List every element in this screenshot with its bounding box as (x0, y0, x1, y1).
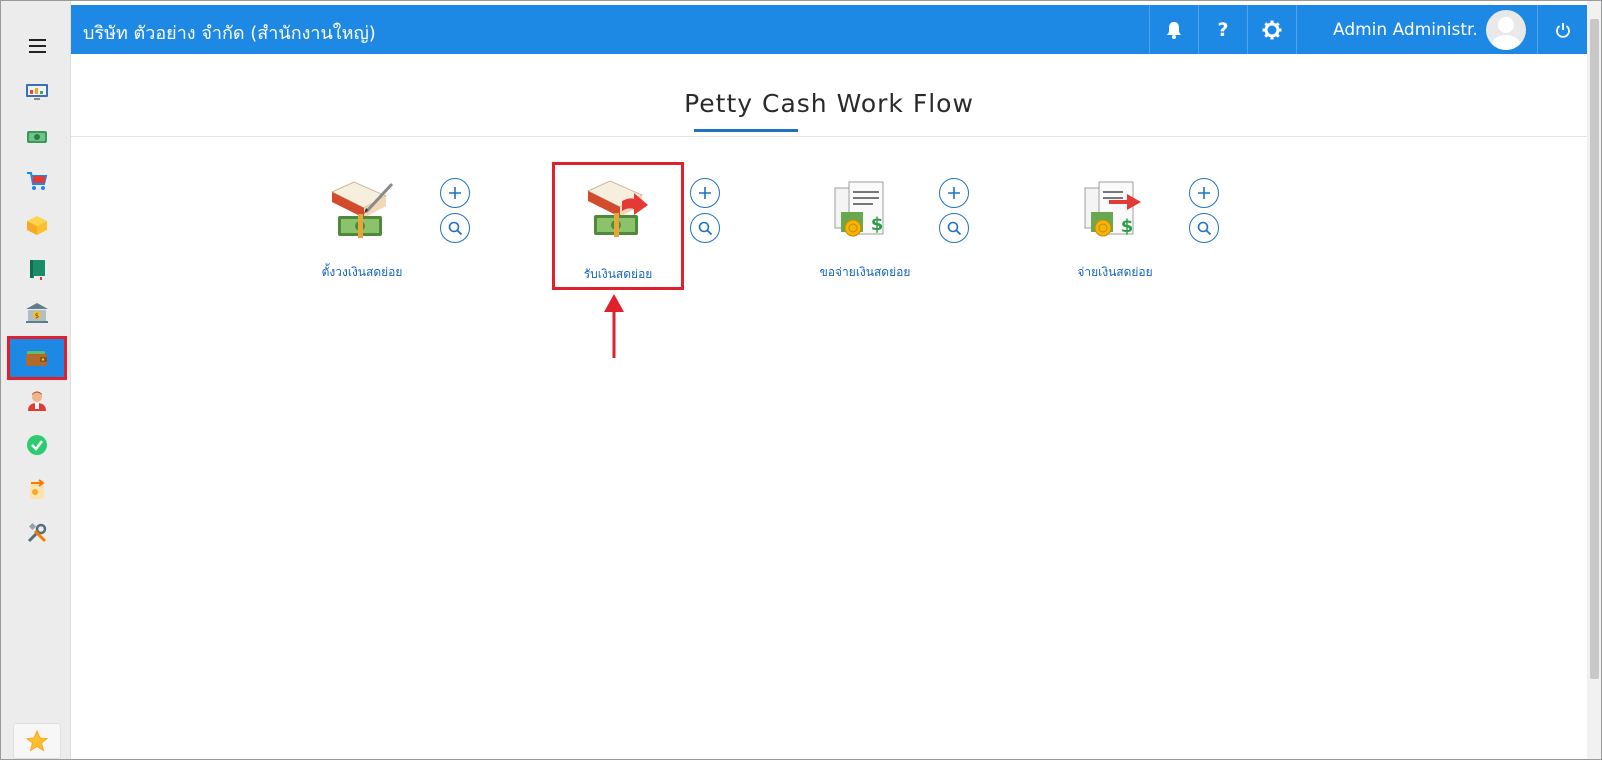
sidebar-item-dashboard[interactable] (10, 73, 64, 111)
plus-icon (449, 187, 461, 199)
search-icon (448, 221, 462, 235)
plus-icon (948, 187, 960, 199)
search-icon (947, 221, 961, 235)
search-setup-petty-cash-button[interactable] (440, 213, 470, 243)
cart-icon (27, 172, 48, 190)
favorite-button[interactable] (13, 723, 61, 759)
bank-icon: $ (26, 303, 48, 323)
search-receive-petty-cash-button[interactable] (690, 213, 720, 243)
search-pay-petty-cash-button[interactable] (1189, 213, 1219, 243)
sidebar-item-hr[interactable] (10, 382, 64, 420)
annotation-arrow (604, 294, 624, 358)
receipt-arrow-icon: $ (1084, 181, 1141, 237)
main-header: Petty Cash Work Flow (71, 1, 1587, 141)
plus-icon (1198, 187, 1210, 199)
search-icon (698, 221, 712, 235)
sidebar-item-petty-cash[interactable] (7, 336, 67, 380)
svg-text:$: $ (871, 214, 884, 235)
sidebar: $ (1, 1, 71, 759)
sidebar-item-transfer[interactable] (10, 470, 64, 508)
sidebar-item-money[interactable] (10, 118, 64, 156)
banknote-icon (27, 131, 47, 143)
title-underline (694, 129, 798, 132)
tools-icon (27, 522, 47, 543)
add-pay-petty-cash-button[interactable] (1189, 178, 1219, 208)
receipt-dollar-icon: $ (834, 181, 884, 237)
sidebar-item-inventory[interactable] (10, 206, 64, 244)
workflow-item-setup-petty-cash[interactable]: ตั้งวงเงินสดย่อย (302, 168, 422, 284)
ledger-pen-icon (330, 181, 394, 238)
sidebar-item-settings[interactable] (10, 514, 64, 552)
transfer-icon (30, 479, 45, 499)
check-icon (27, 435, 47, 455)
workflow-item-pay-petty-cash[interactable]: $ จ่ายเงินสดย่อย (1055, 168, 1175, 284)
scrollbar[interactable] (1587, 1, 1601, 759)
workflow-label[interactable]: ขอจ่ายเงินสดย่อย (805, 263, 925, 282)
wallet-icon (26, 351, 47, 366)
sidebar-item-ledger[interactable] (10, 250, 64, 288)
workflow-label[interactable]: จ่ายเงินสดย่อย (1055, 263, 1175, 282)
workflow-label[interactable]: รับเงินสดย่อย (555, 265, 681, 284)
svg-text:$: $ (35, 312, 39, 320)
divider (71, 136, 1587, 137)
ledger-arrow-icon (586, 180, 648, 237)
book-icon (30, 260, 45, 280)
plus-icon (699, 187, 711, 199)
box-icon (27, 216, 47, 235)
hamburger-menu-icon[interactable] (29, 39, 46, 53)
workflow-item-receive-petty-cash[interactable]: รับเงินสดย่อย (552, 162, 684, 290)
add-receive-petty-cash-button[interactable] (690, 178, 720, 208)
sidebar-item-approve[interactable] (10, 426, 64, 464)
add-request-petty-cash-button[interactable] (939, 178, 969, 208)
svg-text:$: $ (1121, 216, 1134, 237)
search-icon (1197, 221, 1211, 235)
person-icon (28, 391, 46, 411)
add-setup-petty-cash-button[interactable] (440, 178, 470, 208)
sidebar-item-purchase[interactable] (10, 162, 64, 200)
page-title: Petty Cash Work Flow (684, 89, 974, 118)
star-icon (26, 730, 48, 752)
search-request-petty-cash-button[interactable] (939, 213, 969, 243)
app-window: $ บริษัท ตัวอย่าง จำกัด (สำนักงานใหญ่) ?… (0, 0, 1602, 760)
workflow-item-request-petty-cash[interactable]: $ ขอจ่ายเงินสดย่อย (805, 168, 925, 284)
monitor-chart-icon (26, 84, 48, 100)
workflow-label[interactable]: ตั้งวงเงินสดย่อย (302, 263, 422, 282)
sidebar-item-bank[interactable]: $ (10, 294, 64, 332)
scrollbar-thumb[interactable] (1590, 19, 1599, 679)
